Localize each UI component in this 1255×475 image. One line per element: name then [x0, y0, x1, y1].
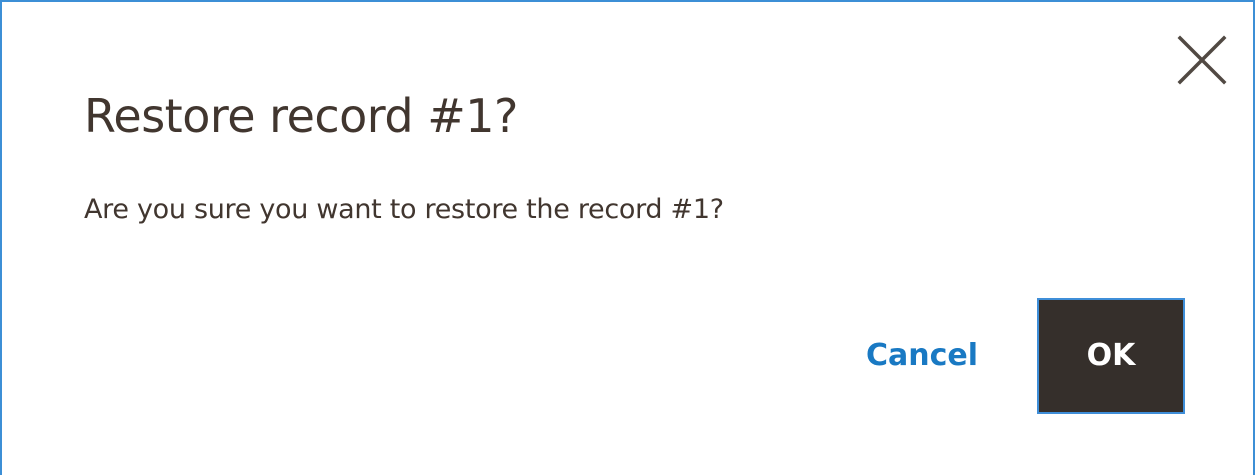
- close-icon: [1174, 32, 1230, 88]
- ok-button[interactable]: OK: [1037, 298, 1185, 414]
- close-button[interactable]: [1174, 32, 1230, 88]
- cancel-button[interactable]: Cancel: [832, 298, 1012, 414]
- restore-confirm-dialog: Restore record #1? Are you sure you want…: [0, 0, 1255, 475]
- dialog-title: Restore record #1?: [84, 89, 518, 143]
- dialog-message: Are you sure you want to restore the rec…: [84, 194, 724, 225]
